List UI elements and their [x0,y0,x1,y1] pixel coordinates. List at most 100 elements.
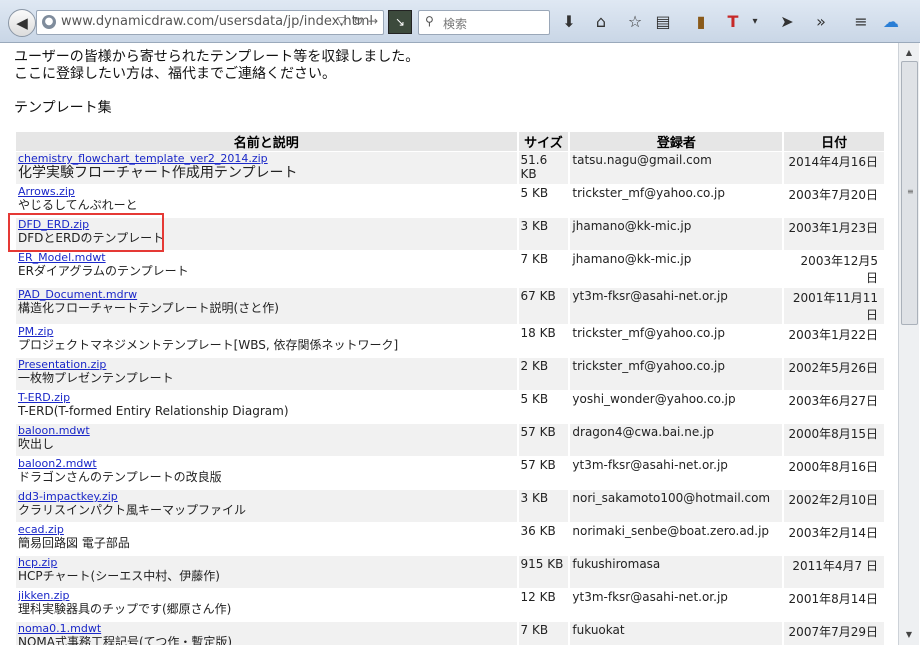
date-cell: 2014年4月16日 [784,152,884,184]
search-box[interactable]: ⚲ 検索 [418,10,550,35]
intro-line-2: ここに登録したい方は、福代までご連絡ください。 [14,66,336,82]
back-button[interactable]: ◀ [8,9,36,37]
size-cell: 915 KB [518,556,569,588]
bookmark-star-icon[interactable]: ☆ [624,11,646,33]
table-row: T-ERD.zip T-ERD(T-formed Entiry Relations… [16,391,884,423]
name-cell: dd3-impactkey.zip クラリスインパクト風キーマップファイル [16,490,517,522]
registrant-cell: trickster_mf@yahoo.co.jp [570,358,783,390]
addon-button[interactable]: ↘ [388,10,412,34]
file-link[interactable]: T-ERD.zip [18,392,515,404]
reload-icon[interactable]: ↻ [353,14,363,28]
grip-icon: ≡ [907,187,914,196]
table-row: jikken.zip 理科実験器具のチップです(郷原さん作) 12 KB yt3m-f… [16,589,884,621]
date-cell: 2003年6月27日 [788,394,878,408]
name-cell: ER_Model.mdwt ERダイアグラムのテンプレート [16,251,517,287]
file-link[interactable]: PM.zip [18,326,515,338]
url-text[interactable]: www.dynamicdraw.com/usersdata/jp/index.h… [61,14,373,29]
registrant-cell: fukushiromasa [570,556,783,588]
file-link[interactable]: hcp.zip [18,557,515,569]
table-row: PM.zip プロジェクトマネジメントテンプレート[WBS, 依存関係ネットワーク… [16,325,884,357]
name-cell: ecad.zip 簡易回路図 電子部品 [16,523,517,555]
back-arrow-icon: ◀ [16,14,28,32]
text-tool-dropdown-icon[interactable]: ▾ [744,11,766,33]
scrollbar-thumb[interactable]: ≡ [901,61,918,325]
date-cell: 2011年4月7 日 [784,556,884,588]
table-row: ER_Model.mdwt ERダイアグラムのテンプレート 7 KB jhamano@… [16,251,884,287]
date-cell: 2002年5月26日 [784,358,884,390]
file-link[interactable]: ecad.zip [18,524,515,536]
name-cell: baloon.mdwt 吹出し [16,424,517,456]
file-link[interactable]: dd3-impactkey.zip [18,491,515,503]
registrant-cell: yt3m-fksr@asahi-net.or.jp [572,590,728,604]
size-cell: 7 KB [518,622,569,645]
file-link[interactable]: jikken.zip [18,590,515,602]
search-input[interactable]: 検索 [443,15,467,32]
reading-list-icon[interactable]: ▤ [652,11,674,33]
date-cell: 2002年2月10日 [784,490,884,522]
address-bar[interactable]: ● www.dynamicdraw.com/usersdata/jp/index… [36,10,384,35]
file-description: クラリスインパクト風キーマップファイル [18,503,247,517]
name-cell: PAD_Document.mdrw 構造化フローチャートテンプレート説明(さと作) [16,288,517,324]
registrant-cell: trickster_mf@yahoo.co.jp [572,186,725,200]
text-tool-icon[interactable]: T [722,11,744,33]
size-cell: 67 KB [518,288,569,324]
stop-icon[interactable]: → [368,14,378,28]
size-cell: 5 KB [520,392,549,406]
name-cell: jikken.zip 理科実験器具のチップです(郷原さん作) [16,589,517,621]
registrant-cell: trickster_mf@yahoo.co.jp [572,326,725,340]
size-cell: 5 KB [520,186,549,200]
size-cell: 57 KB [520,458,556,472]
date-cell: 2001年8月14日 [788,592,878,606]
file-description: 吹出し [18,437,55,451]
size-cell: 3 KB [518,490,569,522]
cloud-icon[interactable]: ☁ [880,11,902,33]
name-cell: hcp.zip HCPチャート(シーエス中村、伊藤作) [16,556,517,588]
file-description: 構造化フローチャートテンプレート説明(さと作) [18,301,279,315]
send-icon[interactable]: ➤ [776,11,798,33]
file-link[interactable]: chemistry_flowchart_template_ver2_2014.z… [18,153,515,165]
file-link[interactable]: noma0.1.mdwt [18,623,515,635]
date-cell: 2000年8月16日 [788,460,878,474]
intro-text: ユーザーの皆様から寄せられたテンプレート等を収録しました。 ここに登録したい方は… [14,49,419,83]
registrant-cell: jhamano@kk-mic.jp [572,252,692,266]
history-dropdown-icon[interactable]: ▽ [337,14,346,28]
search-icon: ⚲ [425,14,434,28]
file-link[interactable]: baloon2.mdwt [18,458,515,470]
name-cell: chemistry_flowchart_template_ver2_2014.z… [16,152,517,184]
file-description: 化学実験フローチャート作成用テンプレート [18,165,298,181]
file-link[interactable]: PAD_Document.mdrw [18,289,515,301]
name-cell: T-ERD.zip T-ERD(T-formed Entiry Relations… [16,391,517,423]
table-row: PAD_Document.mdrw 構造化フローチャートテンプレート説明(さと作)… [16,288,884,324]
browser-toolbar: ◀ ● www.dynamicdraw.com/usersdata/jp/ind… [0,0,920,43]
bookmarks-icon[interactable]: ▮ [690,11,712,33]
scroll-down-icon[interactable]: ▼ [899,627,919,643]
download-icon[interactable]: ⬇ [558,11,580,33]
file-description: 理科実験器具のチップです(郷原さん作) [18,602,232,616]
scroll-up-icon[interactable]: ▲ [899,45,919,61]
table-row: noma0.1.mdwt NOMA式事務工程記号(てつ作・暫定版) 7 KB fuku… [16,622,884,645]
size-cell: 57 KB [518,424,569,456]
registrant-cell: tatsu.nagu@gmail.com [570,152,783,184]
file-description: やじるしてんぷれーと [18,198,138,212]
size-cell: 36 KB [520,524,556,538]
file-link[interactable]: Arrows.zip [18,186,515,198]
name-cell: PM.zip プロジェクトマネジメントテンプレート[WBS, 依存関係ネットワーク… [16,325,517,357]
name-cell: noma0.1.mdwt NOMA式事務工程記号(てつ作・暫定版) [16,622,517,645]
file-link[interactable]: Presentation.zip [18,359,515,371]
table-row: baloon.mdwt 吹出し 57 KB dragon4@cwa.bai.ne.jp… [16,424,884,456]
intro-line-1: ユーザーの皆様から寄せられたテンプレート等を収録しました。 [14,49,420,65]
vertical-scrollbar[interactable]: ▲ ≡ ▼ [898,43,919,645]
file-description: T-ERD(T-formed Entiry Relationship Diagr… [18,404,289,418]
home-icon[interactable]: ⌂ [590,11,612,33]
menu-icon[interactable]: ≡ [850,11,872,33]
table-header-row: 名前と説明 サイズ 登録者 日付 [16,132,884,151]
date-cell: 2000年8月15日 [784,424,884,456]
header-size: サイズ [518,132,569,151]
file-description: 一枚物プレゼンテンプレート [18,371,174,385]
date-cell: 2003年1月23日 [784,218,884,250]
file-link[interactable]: ER_Model.mdwt [18,252,515,264]
table-row: chemistry_flowchart_template_ver2_2014.z… [16,152,884,184]
file-link[interactable]: baloon.mdwt [18,425,515,437]
overflow-icon[interactable]: » [810,11,832,33]
registrant-cell: yoshi_wonder@yahoo.co.jp [572,392,736,406]
